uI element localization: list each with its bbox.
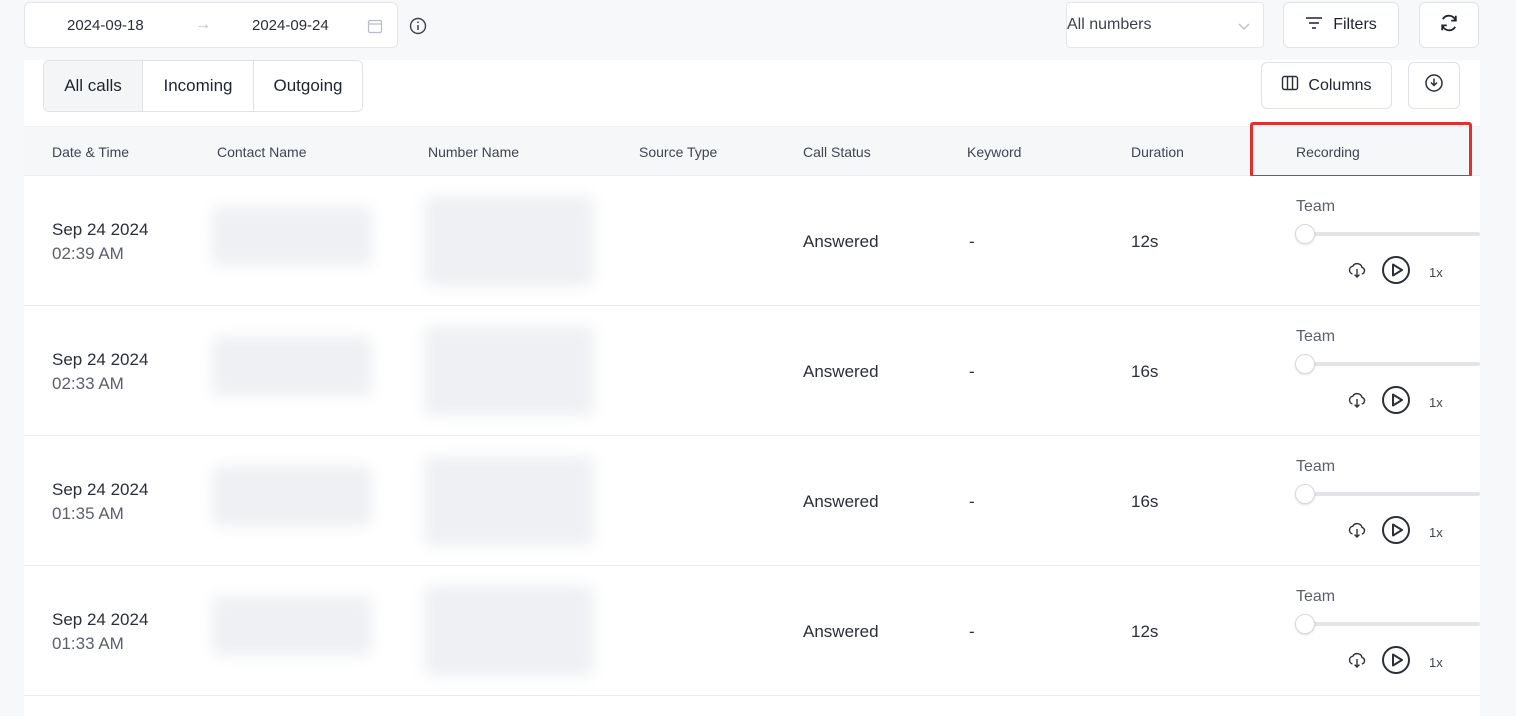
recording-controls: 1x: [1347, 645, 1443, 680]
call-date: Sep 24 2024: [52, 350, 149, 369]
duration: 12s: [1131, 232, 1159, 251]
header-duration[interactable]: Duration: [1131, 144, 1184, 160]
columns-icon: [1281, 75, 1299, 96]
audio-progress-track[interactable]: [1298, 622, 1480, 626]
filter-lines-icon: [1305, 15, 1323, 36]
audio-progress-track[interactable]: [1298, 492, 1480, 496]
call-date: Sep 24 2024: [52, 480, 149, 499]
playback-speed[interactable]: 1x: [1429, 655, 1443, 670]
call-time: 01:35 AM: [52, 504, 124, 523]
recording-controls: 1x: [1347, 385, 1443, 420]
recording-column-highlight: [1250, 122, 1472, 178]
arrow-right-icon: →: [195, 16, 211, 33]
numbers-select-value: All numbers: [1067, 16, 1152, 33]
keyword: -: [969, 492, 975, 511]
number-name-redacted: [424, 326, 594, 416]
header-call-status[interactable]: Call Status: [803, 144, 871, 160]
call-time: 01:33 AM: [52, 634, 124, 653]
audio-progress-thumb[interactable]: [1295, 484, 1315, 504]
duration: 16s: [1131, 492, 1159, 511]
refresh-button[interactable]: [1419, 2, 1479, 48]
keyword: -: [969, 362, 975, 381]
number-name-redacted: [424, 456, 594, 546]
playback-speed[interactable]: 1x: [1429, 525, 1443, 540]
header-source-type[interactable]: Source Type: [639, 144, 717, 160]
recording-label: Team: [1296, 458, 1336, 475]
header-contact-name[interactable]: Contact Name: [217, 144, 306, 160]
call-type-tabs: All calls Incoming Outgoing: [43, 60, 363, 112]
tab-incoming[interactable]: Incoming: [143, 61, 254, 111]
cloud-download-icon[interactable]: [1347, 261, 1367, 284]
date-to[interactable]: 2024-09-24: [252, 17, 329, 34]
audio-progress-track[interactable]: [1298, 232, 1480, 236]
cloud-download-icon[interactable]: [1347, 651, 1367, 674]
contact-name-redacted: [212, 336, 372, 396]
call-status: Answered: [803, 622, 879, 641]
tab-all-calls[interactable]: All calls: [44, 61, 143, 111]
play-icon[interactable]: [1381, 515, 1411, 550]
table-row[interactable]: Sep 24 2024 02:39 AM Answered - 12s Team…: [24, 176, 1480, 306]
call-date: Sep 24 2024: [52, 220, 149, 239]
info-icon[interactable]: [409, 17, 427, 40]
keyword: -: [969, 232, 975, 251]
number-name-redacted: [424, 586, 594, 676]
filters-button[interactable]: Filters: [1283, 2, 1399, 48]
chevron-down-icon: [1237, 19, 1251, 38]
export-button[interactable]: [1408, 62, 1460, 109]
recording-label: Team: [1296, 588, 1336, 605]
date-from[interactable]: 2024-09-18: [67, 17, 144, 34]
playback-speed[interactable]: 1x: [1429, 395, 1443, 410]
number-name-redacted: [424, 196, 594, 286]
call-time: 02:33 AM: [52, 374, 124, 393]
play-icon[interactable]: [1381, 255, 1411, 290]
table-row[interactable]: Sep 24 2024 02:33 AM Answered - 16s Team…: [24, 306, 1480, 436]
contact-name-redacted: [212, 206, 372, 266]
audio-progress-thumb[interactable]: [1295, 224, 1315, 244]
columns-label: Columns: [1308, 76, 1372, 94]
cloud-download-icon[interactable]: [1347, 391, 1367, 414]
call-status: Answered: [803, 492, 879, 511]
recording-controls: 1x: [1347, 515, 1443, 550]
duration: 16s: [1131, 362, 1159, 381]
date-range-picker[interactable]: 2024-09-18 → 2024-09-24: [24, 2, 398, 48]
header-number-name[interactable]: Number Name: [428, 144, 519, 160]
header-date-time[interactable]: Date & Time: [52, 144, 129, 160]
call-status: Answered: [803, 232, 879, 251]
calendar-icon[interactable]: [367, 18, 383, 38]
call-time: 02:39 AM: [52, 244, 124, 263]
table-row[interactable]: Sep 24 2024 01:33 AM Answered - 12s Team…: [24, 566, 1480, 696]
recording-label: Team: [1296, 328, 1336, 345]
download-circle-icon: [1424, 73, 1444, 98]
calls-page: 2024-09-18 → 2024-09-24 All numbers Filt…: [0, 0, 1516, 716]
audio-progress-thumb[interactable]: [1295, 614, 1315, 634]
call-status: Answered: [803, 362, 879, 381]
header-keyword[interactable]: Keyword: [967, 144, 1021, 160]
contact-name-redacted: [212, 466, 372, 526]
contact-name-redacted: [212, 596, 372, 656]
play-icon[interactable]: [1381, 385, 1411, 420]
date-time-cell: Sep 24 2024 01:35 AM: [52, 480, 148, 524]
date-time-cell: Sep 24 2024 02:33 AM: [52, 350, 148, 394]
recording-label: Team: [1296, 198, 1336, 215]
duration: 12s: [1131, 622, 1159, 641]
audio-progress-thumb[interactable]: [1295, 354, 1315, 374]
columns-button[interactable]: Columns: [1261, 62, 1392, 109]
play-icon[interactable]: [1381, 645, 1411, 680]
keyword: -: [969, 622, 975, 641]
call-date: Sep 24 2024: [52, 610, 149, 629]
cloud-download-icon[interactable]: [1347, 521, 1367, 544]
playback-speed[interactable]: 1x: [1429, 265, 1443, 280]
audio-progress-track[interactable]: [1298, 362, 1480, 366]
tab-outgoing[interactable]: Outgoing: [254, 61, 362, 111]
calls-table-card: All calls Incoming Outgoing Columns Date…: [24, 60, 1480, 716]
filters-label: Filters: [1333, 16, 1377, 33]
date-time-cell: Sep 24 2024 02:39 AM: [52, 220, 148, 264]
table-row[interactable]: Sep 24 2024 01:35 AM Answered - 16s Team…: [24, 436, 1480, 566]
numbers-select[interactable]: All numbers: [1066, 2, 1264, 48]
date-time-cell: Sep 24 2024 01:33 AM: [52, 610, 148, 654]
refresh-icon: [1438, 12, 1460, 39]
recording-controls: 1x: [1347, 255, 1443, 290]
